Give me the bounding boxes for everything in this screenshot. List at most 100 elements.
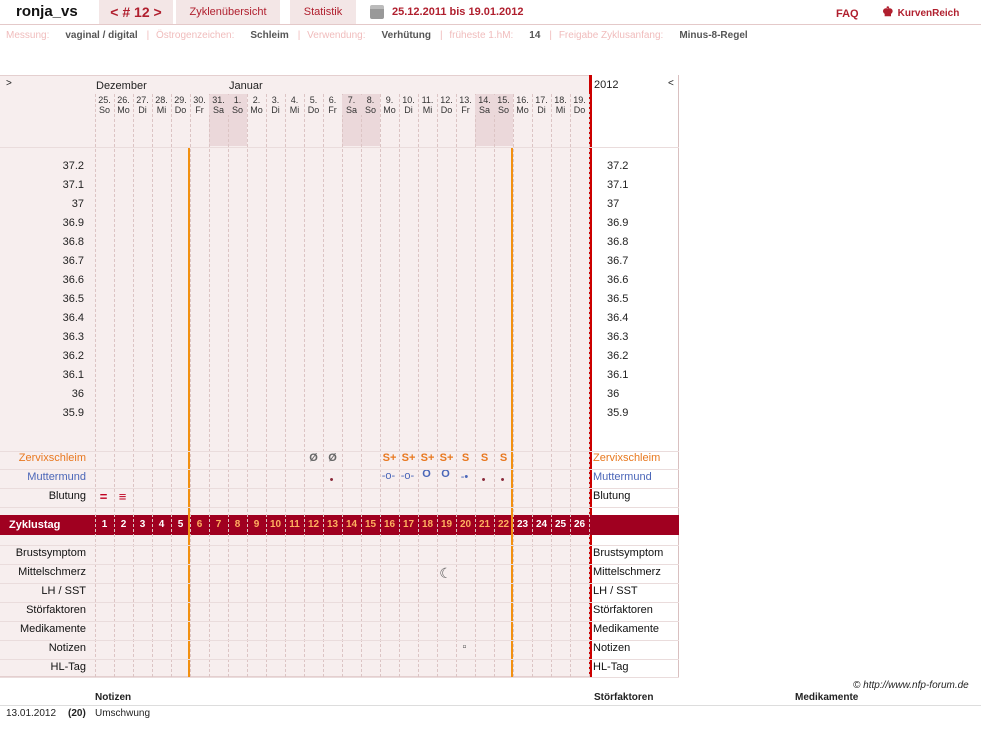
cycle-nav-tab[interactable]: < # 12 > — [99, 0, 173, 24]
day-date: 31. — [212, 95, 225, 105]
cycle-day-number[interactable]: 5 — [171, 515, 190, 535]
day-weekday: So — [364, 105, 376, 115]
cycle-day-number[interactable]: 19 — [437, 515, 456, 535]
mittelschmerz-label: Mittelschmerz — [18, 566, 86, 578]
grid-row-line — [589, 488, 679, 489]
cycle-day-number[interactable]: 1 — [95, 515, 114, 535]
day-date: 13. — [459, 95, 472, 105]
note-date: 13.01.2012 — [6, 708, 57, 719]
day-weekday: Di — [537, 105, 546, 115]
grid-line — [342, 94, 343, 677]
zervix-symbol: S+ — [420, 452, 435, 464]
day-header: 18. Mi — [551, 95, 570, 115]
cycle-day-number[interactable]: 15 — [361, 515, 380, 535]
cycle-day-number[interactable]: 14 — [342, 515, 361, 535]
cycle-day-number[interactable]: 17 — [399, 515, 418, 535]
grid-line — [570, 94, 571, 677]
zervix-symbol: S+ — [382, 452, 397, 464]
faq-link[interactable]: FAQ — [836, 8, 859, 20]
temp-label-right: 36.5 — [607, 293, 629, 305]
blutung-label: Blutung — [48, 490, 86, 502]
note-icon[interactable]: ▫ — [455, 641, 474, 653]
cycle-day-number[interactable]: 24 — [532, 515, 551, 535]
day-date: 1. — [233, 95, 242, 105]
cycle-day-number[interactable]: 6 — [190, 515, 209, 535]
day-date: 5. — [309, 95, 318, 105]
cycle-day-number[interactable]: 20 — [456, 515, 475, 535]
grid-row-line — [589, 583, 679, 584]
temp-label: 36 — [71, 388, 84, 400]
oestro-label: Östrogenzeichen: — [156, 30, 235, 41]
muttermund-marker: • — [500, 474, 505, 486]
cycle-day-number[interactable]: 21 — [475, 515, 494, 535]
logo[interactable]: ♚ KurvenReich — [882, 4, 959, 20]
day-header: 29. Do — [171, 95, 190, 115]
notizen-label-right: Notizen — [593, 642, 631, 654]
cycle-number[interactable]: < # 12 > — [110, 4, 161, 20]
cycle-day-number[interactable]: 8 — [228, 515, 247, 535]
day-date: 7. — [347, 95, 356, 105]
cycle-day-number[interactable]: 4 — [152, 515, 171, 535]
next-cycle-arrow[interactable]: < — [668, 78, 674, 89]
copyright: © http://www.nfp-forum.de — [853, 680, 969, 691]
day-header: 28. Mi — [152, 95, 171, 115]
zervix-symbol: S+ — [439, 452, 454, 464]
grid-row-line — [0, 488, 589, 489]
cycle-day-number[interactable]: 2 — [114, 515, 133, 535]
zervix-symbol: S — [480, 452, 489, 464]
grid-line — [513, 94, 514, 677]
muttermund-marker: • — [481, 474, 486, 486]
grid-row-line — [589, 640, 679, 641]
day-weekday: Fr — [461, 105, 470, 115]
print-icon[interactable] — [370, 5, 384, 19]
cycle-day-number[interactable]: 23 — [513, 515, 532, 535]
year-label: 2012 — [594, 79, 619, 91]
logo-mark-icon: ♚ — [882, 4, 894, 19]
tab-statistics[interactable]: Statistik — [290, 0, 356, 24]
cycle-day-number[interactable]: 12 — [304, 515, 323, 535]
day-date: 16. — [516, 95, 529, 105]
temp-label: 35.9 — [62, 407, 84, 419]
day-header: 16. Mo — [513, 95, 532, 115]
day-header: 19. Do — [570, 95, 589, 115]
grid-line — [209, 94, 210, 677]
day-weekday: Mo — [250, 105, 263, 115]
cycle-day-number[interactable]: 3 — [133, 515, 152, 535]
day-date: 15. — [497, 95, 510, 105]
day-header: 11. Mi — [418, 95, 437, 115]
cycle-day-number[interactable]: 10 — [266, 515, 285, 535]
cycle-day-number[interactable]: 16 — [380, 515, 399, 535]
muttermund-label: Muttermund — [27, 471, 86, 483]
temp-label-right: 36 — [607, 388, 620, 400]
day-date: 8. — [366, 95, 375, 105]
day-header: 9. Mo — [380, 95, 399, 115]
tab-cycle-overview[interactable]: Zyklenübersicht — [176, 0, 280, 24]
muttermund-label-right: Muttermund — [593, 471, 652, 483]
cycle-day-number[interactable]: 7 — [209, 515, 228, 535]
grid-line — [532, 94, 533, 677]
day-weekday: Do — [174, 105, 187, 115]
day-header: 7. Sa — [342, 95, 361, 115]
day-date: 14. — [478, 95, 491, 105]
cycle-day-number[interactable]: 13 — [323, 515, 342, 535]
brustsymptom-label: Brustsymptom — [15, 547, 86, 559]
cycle-day-number[interactable]: 26 — [570, 515, 589, 535]
cycle-day-number[interactable]: 11 — [285, 515, 304, 535]
blutung-marker: ≡ — [118, 489, 127, 504]
temp-label-right: 36.7 — [607, 255, 629, 267]
cycle-day-number[interactable]: 25 — [551, 515, 570, 535]
grid-line — [323, 94, 324, 677]
temp-label-right: 36.4 — [607, 312, 629, 324]
logo-text: KurvenReich — [897, 8, 960, 19]
grid-row-line — [0, 602, 589, 603]
cycle-day-number[interactable]: 9 — [247, 515, 266, 535]
cycle-day-number[interactable]: 18 — [418, 515, 437, 535]
separator: | — [439, 30, 443, 41]
date-range: 25.12.2011 bis 19.01.2012 — [392, 6, 524, 18]
separator: | — [297, 30, 301, 41]
day-weekday: Sa — [478, 105, 490, 115]
cycle-day-number[interactable]: 22 — [494, 515, 513, 535]
hl-tag-label-right: HL-Tag — [593, 661, 629, 673]
day-header: 8. So — [361, 95, 380, 115]
prev-cycle-arrow[interactable]: > — [6, 78, 12, 89]
